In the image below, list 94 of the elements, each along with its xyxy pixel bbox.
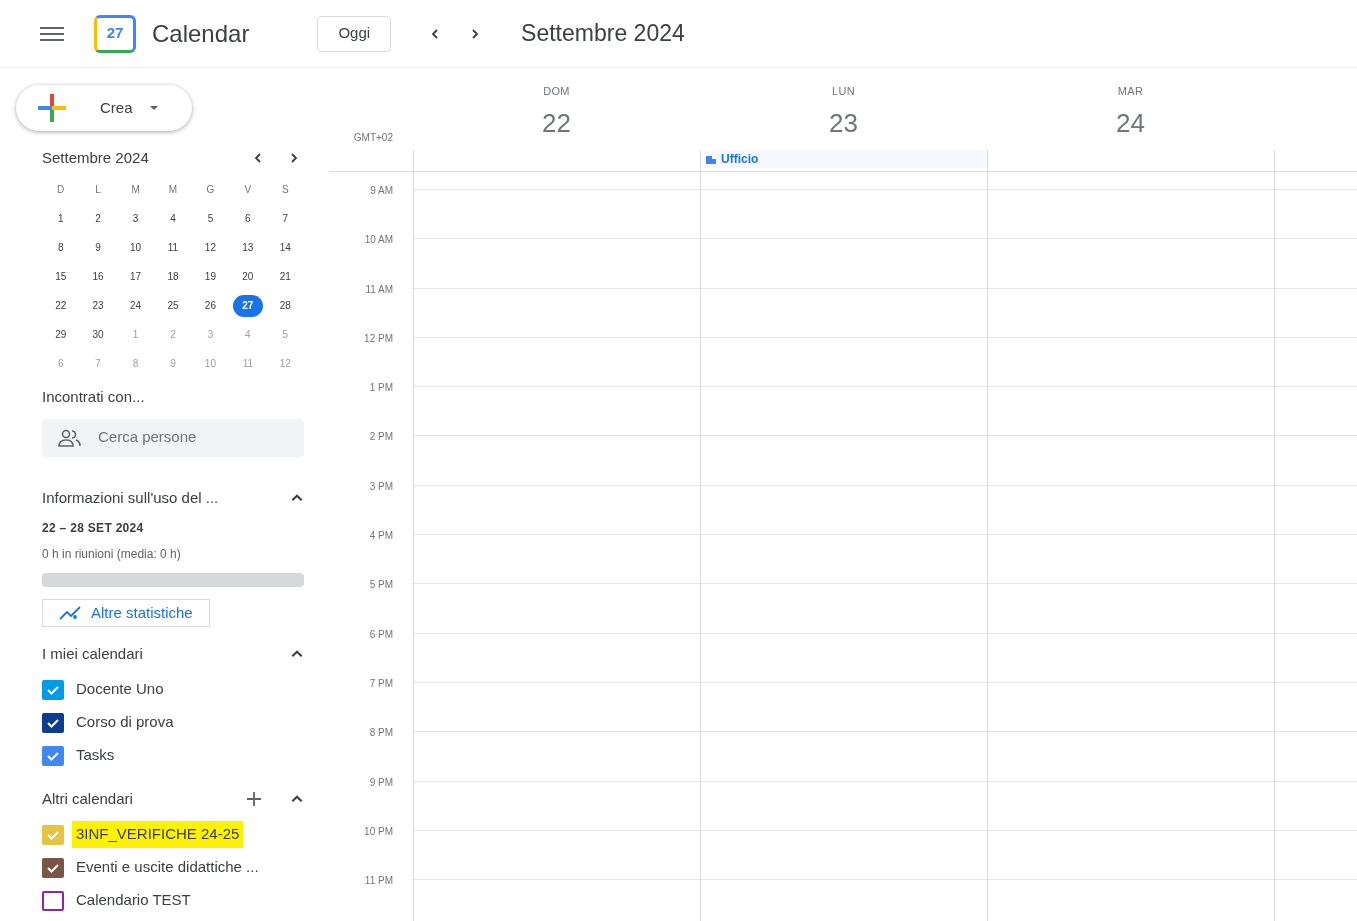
day-number: 22 <box>542 106 571 140</box>
hour-label: 10 PM <box>364 824 393 839</box>
plus-icon <box>36 92 68 124</box>
mini-calendar-day[interactable]: 12 <box>195 236 226 259</box>
calendar-name: Eventi e uscite didattiche ... <box>76 857 259 878</box>
weekday-label: L <box>94 183 102 197</box>
mini-calendar-day[interactable]: 17 <box>120 265 151 288</box>
create-button[interactable]: Crea <box>16 85 192 131</box>
calendar-checkbox[interactable] <box>42 712 64 733</box>
hour-label: 12 PM <box>364 331 393 346</box>
calendar-checkbox[interactable] <box>42 890 64 911</box>
weekday-label: LUN <box>832 84 855 99</box>
all-day-event[interactable]: Ufficio <box>705 150 987 168</box>
stats-button[interactable]: Altre statistiche <box>42 599 210 627</box>
app-title: Calendar <box>152 18 250 49</box>
weekday-label: M <box>167 183 179 197</box>
usage-range: 22 – 28 SET 2024 <box>42 520 145 537</box>
mini-calendar-day[interactable]: 14 <box>270 236 301 259</box>
next-icon[interactable] <box>288 152 300 164</box>
mini-calendar-day[interactable]: 28 <box>270 294 301 317</box>
timezone-label: GMT+02 <box>353 131 393 145</box>
add-icon[interactable] <box>246 791 262 807</box>
calendar-checkbox[interactable] <box>42 857 64 878</box>
mini-calendar-day[interactable]: 22 <box>45 294 76 317</box>
hour-label: 3 PM <box>369 479 393 494</box>
app-logo: 27 <box>94 14 136 53</box>
calendar-name: Calendario TEST <box>76 890 191 911</box>
mini-calendar-day[interactable]: 10 <box>120 236 151 259</box>
mini-calendar-day[interactable]: 5 <box>195 207 226 230</box>
mini-calendar-day[interactable]: 19 <box>195 265 226 288</box>
hour-label: 6 PM <box>369 627 393 642</box>
mini-calendar-day[interactable]: 13 <box>232 236 263 259</box>
people-search-input[interactable]: Cerca persone <box>98 426 258 449</box>
usage-title: Informazioni sull'uso del ... <box>42 487 220 508</box>
calendar-checkbox[interactable] <box>42 745 64 766</box>
section-title: I miei calendari <box>42 643 144 664</box>
weekday-label: DOM <box>543 84 570 99</box>
mini-calendar-day[interactable]: 23 <box>83 294 114 317</box>
hour-label: 4 PM <box>369 529 393 544</box>
mini-calendar-day[interactable]: 9 <box>83 236 114 259</box>
weekday-label: M <box>130 183 141 197</box>
usage-summary: 0 h in riunioni (media: 0 h) <box>42 546 182 563</box>
hour-label: 5 PM <box>369 578 393 593</box>
mini-calendar-day[interactable]: 11 <box>158 236 188 259</box>
mini-calendar-day[interactable]: 2 <box>83 207 114 230</box>
calendar-name: Docente Uno <box>76 679 164 700</box>
hour-label: 9 AM <box>370 184 393 198</box>
hour-label: 9 PM <box>369 775 393 790</box>
mini-calendar-title: Settembre 2024 <box>42 147 150 168</box>
mini-calendar-day[interactable]: 30 <box>83 323 114 346</box>
weekday-label: D <box>56 183 66 197</box>
mini-calendar-day[interactable]: 24 <box>120 294 151 317</box>
period-title: Settembre 2024 <box>521 19 685 49</box>
mini-calendar-day[interactable]: 26 <box>195 294 226 317</box>
mini-calendar-day[interactable]: 3 <box>120 207 151 230</box>
calendar-name: Tasks <box>76 745 115 766</box>
mini-calendar-day[interactable]: 8 <box>45 236 76 259</box>
weekday-label: V <box>243 183 253 197</box>
mini-calendar-day[interactable]: 27 <box>232 294 263 317</box>
weekday-label: G <box>205 183 216 197</box>
mini-calendar-day[interactable]: 21 <box>270 265 301 288</box>
mini-calendar-day[interactable]: 15 <box>45 265 76 288</box>
mini-calendar-day[interactable]: 4 <box>158 207 188 230</box>
day-number: 24 <box>1116 106 1145 140</box>
hour-label: 2 PM <box>369 430 393 445</box>
hour-label: 11 PM <box>364 874 393 889</box>
hour-label: 10 AM <box>364 233 393 248</box>
dropdown-caret-icon <box>148 103 159 113</box>
mini-calendar-day[interactable]: 1 <box>45 207 76 230</box>
today-button[interactable]: Oggi <box>317 15 392 52</box>
calendar-name: 3INF_VERIFICHE 24-25 <box>72 821 244 848</box>
hour-label: 7 PM <box>369 676 393 691</box>
mini-calendar-day[interactable]: 25 <box>158 294 188 317</box>
mini-calendar-day[interactable]: 29 <box>45 323 76 346</box>
mini-calendar-day[interactable]: 6 <box>232 207 263 230</box>
day-number: 23 <box>829 106 858 140</box>
hour-label: 8 PM <box>369 726 393 741</box>
building-icon <box>705 153 717 165</box>
mini-calendar-day[interactable]: 7 <box>270 207 301 230</box>
mini-calendar-day[interactable]: 18 <box>158 265 188 288</box>
mini-calendar-day[interactable]: 16 <box>83 265 114 288</box>
mini-calendar-day[interactable]: 20 <box>232 265 263 288</box>
hour-label: 1 PM <box>369 381 393 396</box>
weekday-label: S <box>280 183 290 197</box>
people-icon <box>58 427 82 448</box>
weekday-label: MAR <box>1117 84 1144 99</box>
hour-label: 11 AM <box>365 282 393 297</box>
trend-icon <box>59 605 83 621</box>
people-search-field[interactable]: Cerca persone <box>42 418 304 457</box>
previous-icon[interactable] <box>252 152 264 164</box>
meet-title: Incontrati con... <box>42 387 146 407</box>
calendar-checkbox[interactable] <box>42 679 64 700</box>
section-title: Altri calendari <box>42 788 134 809</box>
calendar-name: Corso di prova <box>76 712 174 733</box>
